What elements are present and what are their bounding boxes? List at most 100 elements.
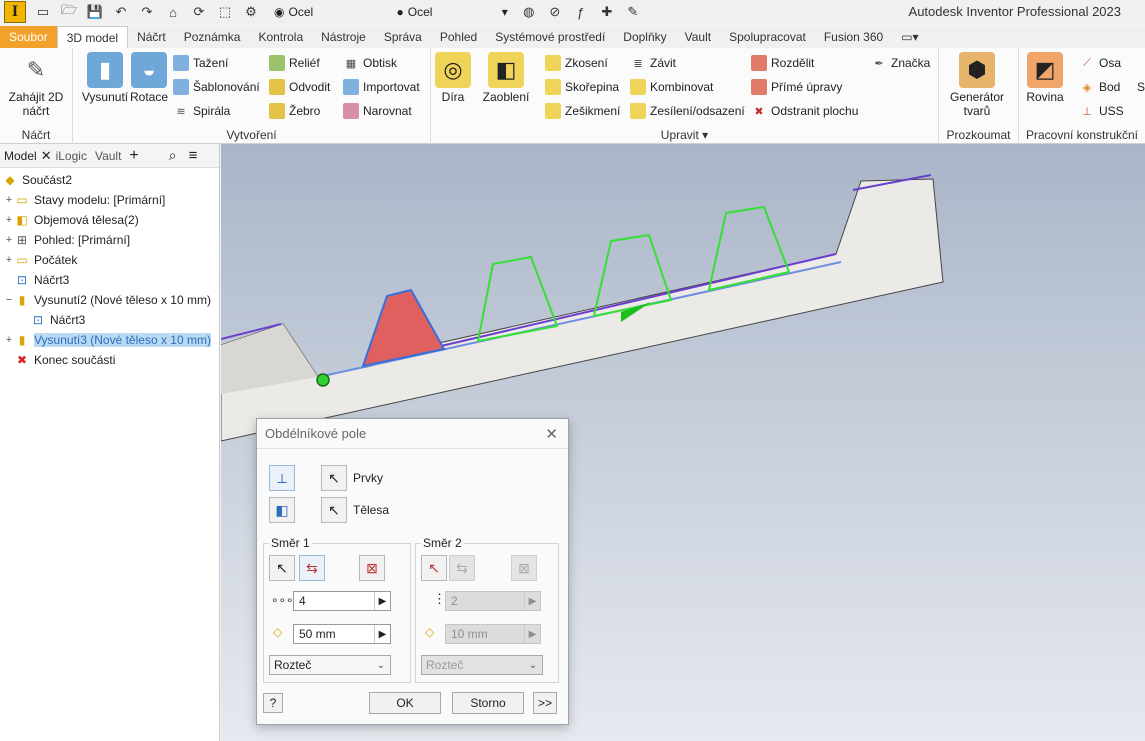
rib-button[interactable]: Žebro	[269, 100, 320, 122]
direction2-distance-field[interactable]: 10 mm ▶	[445, 624, 541, 644]
chevron-right-icon[interactable]: ▶	[524, 592, 540, 610]
redo-icon[interactable]: ↷	[138, 3, 156, 21]
plus-icon[interactable]: ✚	[598, 3, 616, 21]
tab-view[interactable]: Pohled	[431, 26, 486, 48]
point-button[interactable]: ◈ Bod	[1079, 76, 1121, 98]
direction2-select-button[interactable]: ↖	[421, 555, 447, 581]
open-folder-icon[interactable]: 🗁	[60, 2, 78, 21]
direction1-distance-field[interactable]: 50 mm ▶	[293, 624, 391, 644]
tab-annotate[interactable]: Poznámka	[175, 26, 250, 48]
search-icon[interactable]: ⌕	[169, 147, 177, 164]
overflow-label[interactable]: S	[1137, 76, 1145, 98]
direction1-select-button[interactable]: ↖	[269, 555, 295, 581]
direction1-start-button[interactable]: ⊠	[359, 555, 385, 581]
select-bodies-button[interactable]: ↖	[321, 497, 347, 523]
ribbon-options-icon[interactable]: ▭▾	[892, 26, 927, 48]
pattern-bodies-mode-button[interactable]: ◧	[269, 497, 295, 523]
mark-button[interactable]: ✒ Značka	[871, 52, 930, 74]
direction2-method-select[interactable]: Rozteč ⌄	[421, 655, 543, 675]
tab-environments[interactable]: Systémové prostředí	[486, 26, 614, 48]
chamfer-button[interactable]: Zkosení	[545, 52, 608, 74]
more-button[interactable]: >>	[533, 692, 557, 714]
thicken-button[interactable]: Zesílení/odsazení	[630, 100, 745, 122]
fillet-button[interactable]: ◧ Zaoblení	[476, 52, 536, 104]
select-features-button[interactable]: ↖	[321, 465, 347, 491]
tab-file[interactable]: Soubor	[0, 26, 57, 48]
sweep-button[interactable]: Tažení	[173, 52, 228, 74]
tree-node-end-of-part[interactable]: ✖ Konec součásti	[0, 350, 219, 370]
draft-button[interactable]: Zešikmení	[545, 100, 620, 122]
plane-button[interactable]: ◩ Rovina	[1015, 52, 1075, 104]
expand-icon[interactable]: +	[4, 254, 14, 266]
derive-button[interactable]: Odvodit	[269, 76, 330, 98]
expand-icon[interactable]: +	[4, 334, 14, 346]
close-icon[interactable]: ✕	[545, 425, 558, 443]
coil-button[interactable]: ≋ Spirála	[173, 100, 230, 122]
tree-node-view[interactable]: + ⊞ Pohled: [Primární]	[0, 230, 219, 250]
expand-icon[interactable]: +	[4, 214, 14, 226]
browser-tab-model[interactable]: Model	[0, 149, 41, 163]
add-tab-icon[interactable]: +	[129, 147, 138, 165]
split-button[interactable]: Rozdělit	[751, 52, 814, 74]
shape-generator-button[interactable]: ⬢ Generátor tvarů	[947, 52, 1007, 118]
fx-parameters-icon[interactable]: ƒ	[572, 3, 590, 21]
select-icon[interactable]: ⬚	[216, 3, 234, 21]
browser-tab-ilogic[interactable]: iLogic	[52, 149, 91, 163]
clear-appearance-icon[interactable]: ⊘	[546, 3, 564, 21]
tab-inspect[interactable]: Kontrola	[249, 26, 312, 48]
tab-addins[interactable]: Doplňky	[614, 26, 675, 48]
collapse-icon[interactable]: −	[4, 294, 14, 306]
tab-sketch[interactable]: Náčrt	[128, 26, 175, 48]
update-icon[interactable]: ⟳	[190, 3, 208, 21]
chevron-right-icon[interactable]: ▶	[524, 625, 540, 643]
direction1-flip-button[interactable]: ⇆	[299, 555, 325, 581]
new-file-icon[interactable]: ▭	[34, 3, 52, 21]
direct-edit-button[interactable]: Přímé úpravy	[751, 76, 842, 98]
save-icon[interactable]: 💾	[86, 3, 104, 21]
tree-node-model-states[interactable]: + ▭ Stavy modelu: [Primární]	[0, 190, 219, 210]
help-button[interactable]: ?	[263, 693, 283, 713]
hole-button[interactable]: ◎ Díra	[423, 52, 483, 104]
expand-icon[interactable]: +	[4, 194, 14, 206]
direction2-start-button[interactable]: ⊠	[511, 555, 537, 581]
axis-button[interactable]: ⟋ Osa	[1079, 52, 1121, 74]
undo-icon[interactable]: ↶	[112, 3, 130, 21]
appearance-select[interactable]: ● Ocel ▾	[392, 2, 511, 22]
browser-tab-vault[interactable]: Vault	[91, 149, 125, 163]
loft-button[interactable]: Šablonování	[173, 76, 260, 98]
tree-node-extrusion2[interactable]: − ▮ Vysunutí2 (Nové těleso x 10 mm)	[0, 290, 219, 310]
tree-node-sketch3[interactable]: ⊡ Náčrt3	[0, 270, 219, 290]
pattern-features-mode-button[interactable]: ⟂	[269, 465, 295, 491]
tab-manage[interactable]: Správa	[375, 26, 431, 48]
panel-modify-title[interactable]: Upravit ▾	[431, 128, 938, 142]
direction2-flip-button[interactable]: ⇆	[449, 555, 475, 581]
tree-node-extrusion3[interactable]: + ▮ Vysunutí3 (Nové těleso x 10 mm)	[0, 330, 219, 350]
tree-node-sketch3-child[interactable]: ⊡ Náčrt3	[0, 310, 219, 330]
menu-icon[interactable]: ≡	[189, 147, 198, 164]
direction1-count-field[interactable]: 4 ▶	[293, 591, 391, 611]
start-2d-sketch-button[interactable]: ✎ Zahájit 2D náčrt	[6, 52, 66, 119]
emboss-button[interactable]: Reliéf	[269, 52, 320, 74]
revolve-button[interactable]: ◒ Rotace	[119, 52, 179, 104]
material-select[interactable]: ◉ Ocel	[270, 2, 382, 22]
parameters-icon[interactable]: ⚙	[242, 3, 260, 21]
pin-icon[interactable]: ✎	[624, 3, 642, 21]
tab-3d-model[interactable]: 3D model	[56, 26, 129, 48]
cancel-button[interactable]: Storno	[452, 692, 524, 714]
chevron-right-icon[interactable]: ▶	[374, 592, 390, 610]
chevron-right-icon[interactable]: ▶	[374, 625, 390, 643]
close-icon[interactable]: ✕	[41, 148, 52, 164]
direction2-count-field[interactable]: 2 ▶	[445, 591, 541, 611]
inventor-logo-icon[interactable]: I	[4, 1, 26, 23]
expand-icon[interactable]: +	[4, 234, 14, 246]
ucs-button[interactable]: ⊥ USS	[1079, 100, 1123, 122]
thread-button[interactable]: ≣ Závit	[630, 52, 676, 74]
tab-fusion360[interactable]: Fusion 360	[815, 26, 892, 48]
tab-collaborate[interactable]: Spolupracovat	[720, 26, 815, 48]
adjust-appearance-icon[interactable]: ◍	[520, 3, 538, 21]
home-icon[interactable]: ⌂	[164, 3, 182, 21]
start-point-marker[interactable]	[316, 373, 330, 387]
tree-node-solid-bodies[interactable]: + ◧ Objemová tělesa(2)	[0, 210, 219, 230]
tree-node-origin[interactable]: + ▭ Počátek	[0, 250, 219, 270]
delete-face-button[interactable]: ✖ Odstranit plochu	[751, 100, 858, 122]
